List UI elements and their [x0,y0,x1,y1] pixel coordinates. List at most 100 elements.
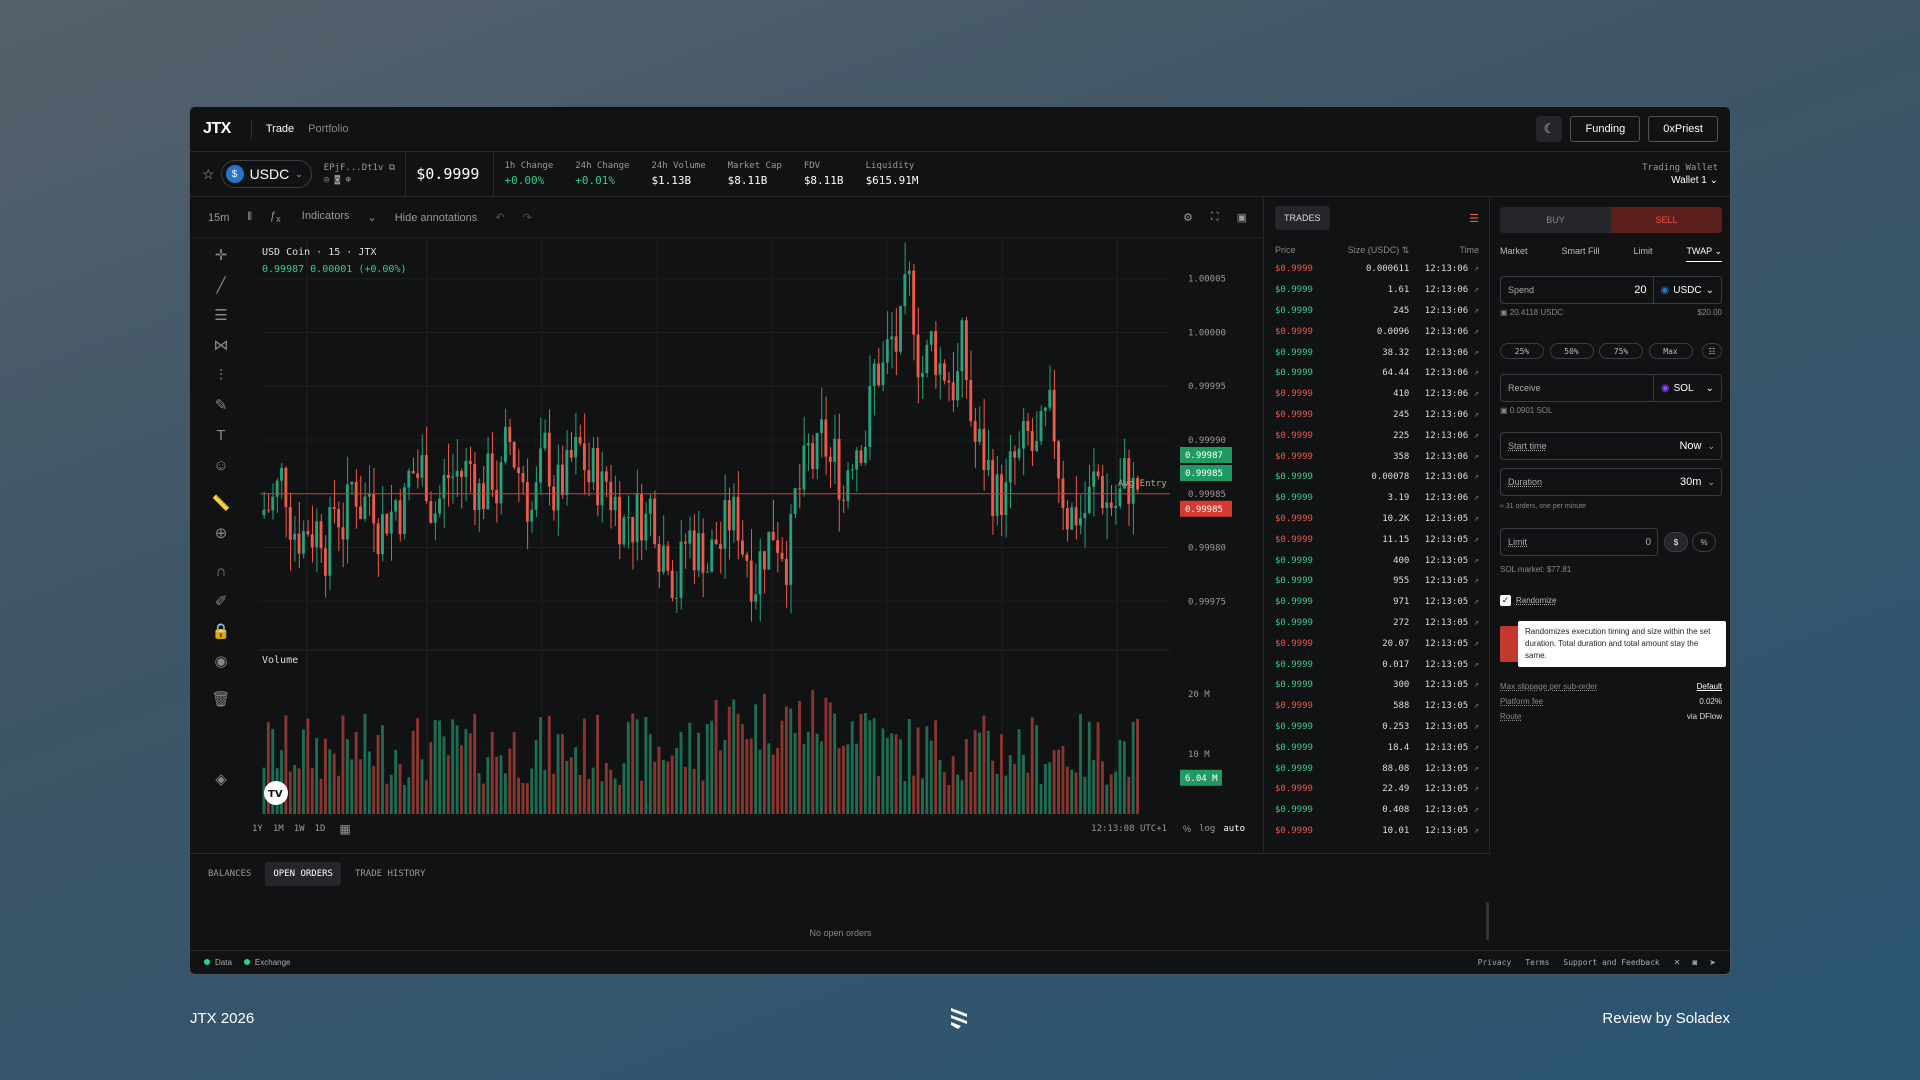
buy-tab[interactable]: BUY [1500,207,1611,233]
settings-sliders-icon[interactable]: ☷ [1702,343,1722,359]
slippage-value[interactable]: Default [1697,682,1722,691]
favorite-star-icon[interactable]: ☆ [202,166,215,183]
date-range-icon[interactable]: ▦ [339,822,350,836]
tab-balances[interactable]: BALANCES [200,862,259,886]
sell-tab[interactable]: SELL [1611,207,1722,233]
col-price: Price [1275,245,1296,255]
candle-type-icon[interactable]: ⫴ [247,211,252,224]
candle-body [841,499,845,501]
receive-token-select[interactable]: ◉ SOL ⌄ [1652,375,1721,401]
list-view-icon[interactable]: ☰ [1469,212,1479,225]
limit-percent-toggle[interactable]: % [1692,532,1716,552]
auto-toggle[interactable]: auto [1223,824,1245,834]
footer-support[interactable]: Support and Feedback [1563,958,1659,967]
route-row: Route via DFlow [1500,712,1722,721]
nav-portfolio[interactable]: Portfolio [308,123,348,135]
copy-icon[interactable]: ⧉ [389,163,395,173]
volume-bar [995,773,999,814]
volume-bar [1074,772,1078,814]
range-1W[interactable]: 1W [294,824,305,834]
chart-canvas[interactable]: 1.00005 1.00000 0.99995 0.99990 0.99985 0.999… [240,240,1260,820]
caption-left: JTX 2026 [190,1010,255,1027]
y-tick-label: 0.99985 [1188,490,1226,500]
settings-icon[interactable]: ⚙ [1183,211,1193,224]
candle-body [288,507,292,540]
pct-button-0[interactable]: 25% [1500,343,1544,359]
start-time-label: Start time [1508,441,1547,451]
receive-field[interactable]: Receive ◉ SOL ⌄ [1500,374,1722,402]
telegram-icon[interactable]: ➤ [1709,958,1716,967]
logo[interactable]: JTX [203,120,231,138]
footer-terms[interactable]: Terms [1525,958,1549,967]
hide-annotations-button[interactable]: Hide annotations [395,212,478,224]
tab-limit[interactable]: Limit [1633,246,1652,262]
buy-sell-toggle: BUY SELL [1500,207,1722,233]
candle-body [569,449,573,458]
tab-smart-fill[interactable]: Smart Fill [1561,246,1599,262]
start-time-field[interactable]: Start time Now ⌄ [1500,432,1722,460]
theme-toggle-moon-icon[interactable]: ☾ [1536,116,1563,142]
redo-icon[interactable]: ↷ [523,211,532,224]
funding-button[interactable]: Funding [1570,116,1641,142]
candle-body [609,481,613,511]
candle-body [275,480,279,497]
nav-trade[interactable]: Trade [266,123,294,135]
candle-body [960,320,964,372]
tab-market[interactable]: Market [1500,246,1528,262]
volume-bar [490,731,494,814]
indicators-button[interactable]: ƒx Indicators [270,210,349,224]
range-1D[interactable]: 1D [315,824,326,834]
trading-wallet[interactable]: Trading Wallet Wallet 1 ⌄ [1642,163,1718,186]
footer-privacy[interactable]: Privacy [1478,958,1512,967]
volume-bar [376,734,380,814]
volume-bar [640,780,643,814]
limit-field[interactable]: Limit 0 [1500,528,1658,556]
log-toggle[interactable]: log [1199,824,1215,834]
candle-body [604,471,608,482]
volume-bar [745,739,749,814]
candle-body [1105,502,1109,509]
volume-bar [543,770,547,814]
col-size[interactable]: Size (USDC) ⇅ [1330,245,1410,256]
price-label: 0.99985 [1185,505,1223,515]
interval-selector[interactable]: 15m [208,212,229,224]
pct-button-2[interactable]: 75% [1599,343,1643,359]
nav-divider [250,119,252,139]
candlestick-chart[interactable]: 1.00005 1.00000 0.99995 0.99990 0.99985 0.999… [240,240,1260,820]
range-1Y[interactable]: 1Y [252,824,263,834]
limit-dollar-toggle[interactable]: $ [1664,532,1688,552]
fullscreen-icon[interactable]: ⛶ [1211,211,1219,224]
pct-button-1[interactable]: 50% [1549,343,1594,359]
duration-field[interactable]: Duration 30m ⌄ [1500,468,1722,496]
candle-body [837,438,841,500]
x-social-icon[interactable]: ✕ [1674,958,1681,967]
camera-icon[interactable]: ▣ [1237,211,1247,224]
token-selector[interactable]: $ USDC ⌄ [220,160,312,188]
percent-toggle[interactable]: % [1183,824,1191,834]
spend-input[interactable]: 20 [1634,284,1646,296]
limit-input[interactable]: 0 [1645,537,1651,548]
discord-icon[interactable]: ◙ [1692,958,1697,967]
pct-button-3[interactable]: Max [1648,343,1693,359]
tab-open-orders[interactable]: OPEN ORDERS [265,862,341,886]
scrollbar[interactable] [1486,902,1489,940]
stat-5: Liquidity $615.91M [865,161,919,187]
trades-tab[interactable]: TRADES [1275,206,1330,230]
tab-trade-history[interactable]: TRADE HISTORY [347,862,433,886]
wallet-button[interactable]: 0xPriest [1648,116,1718,142]
randomize-checkbox[interactable]: ✓ [1500,595,1511,606]
trade-row: $0.9999 245 12:13:06 ↗ [1275,305,1479,316]
volume-bar [903,781,907,814]
tab-twap[interactable]: TWAP ⌄ [1686,246,1722,262]
range-1M[interactable]: 1M [273,824,284,834]
candle-body [868,386,872,447]
stat-1: 24h Change +0.01% [575,161,630,187]
trade-row: $0.9999 955 12:13:05 ↗ [1275,576,1479,587]
col-time: Time [1459,245,1479,255]
spend-token-select[interactable]: ◉ USDC ⌄ [1652,277,1721,303]
token-address-block[interactable]: EPjF...Dt1v ⧉ ◎ ◙ ⊕ [324,162,395,186]
chevron-down-icon[interactable]: ⌄ [368,211,377,224]
spend-field[interactable]: Spend 20 ◉ USDC ⌄ [1500,276,1722,304]
undo-icon[interactable]: ↶ [495,211,504,224]
volume-bar [582,718,586,814]
